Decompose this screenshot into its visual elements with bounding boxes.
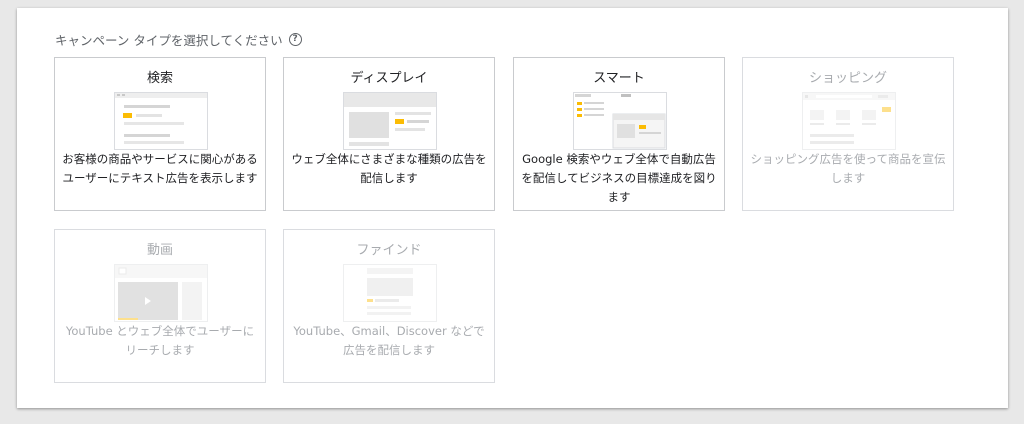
campaign-card-discovery[interactable]: ファインド YouTube、Gmail、Discover などで広告を配信します <box>283 229 495 383</box>
video-ad-illustration-icon <box>114 264 208 322</box>
card-title: ディスプレイ <box>350 71 428 86</box>
campaign-card-search[interactable]: 検索 お客様の商品やサービスに関心があるユーザーにテキスト広告を表示します <box>54 57 266 211</box>
card-description: Google 検索やウェブ全体で自動広告を配信してビジネスの目標達成を図ります <box>521 152 717 204</box>
campaign-card-shopping[interactable]: ショッピング ショッピング広告を使って商品を宣伝します <box>742 57 954 211</box>
help-icon[interactable]: ? <box>288 33 302 46</box>
display-ad-illustration-icon <box>343 92 437 150</box>
discovery-ad-illustration-icon <box>343 264 437 322</box>
campaign-type-panel: キャンペーン タイプを選択してください ? 検索 お客様の商品やサービスに関心が… <box>17 8 1008 408</box>
card-title: ファインド <box>356 243 422 258</box>
card-title: ショッピング <box>808 71 887 86</box>
card-description: お客様の商品やサービスに関心があるユーザーにテキスト広告を表示します <box>62 152 258 185</box>
card-description: ショッピング広告を使って商品を宣伝します <box>750 152 946 185</box>
card-description: YouTube とウェブ全体でユーザーにリーチします <box>65 324 255 357</box>
search-ad-illustration-icon <box>114 92 208 150</box>
card-description: YouTube、Gmail、Discover などで広告を配信します <box>293 324 485 357</box>
card-title: 動画 <box>146 243 173 258</box>
card-title: 検索 <box>146 71 173 86</box>
card-title: スマート <box>593 71 645 86</box>
campaign-card-smart[interactable]: スマート Google 検索やウェブ全体で自動広告を配信してビジネスの目標達成を… <box>513 57 725 211</box>
section-header: キャンペーン タイプを選択してください ? <box>55 30 302 49</box>
campaign-card-display[interactable]: ディスプレイ ウェブ全体にさまざまな種類の広告を配信します <box>283 57 495 211</box>
section-title: キャンペーン タイプを選択してください <box>55 33 283 48</box>
smart-ad-illustration-icon <box>573 92 667 150</box>
campaign-card-video[interactable]: 動画 YouTube とウェブ全体でユーザーにリーチします <box>54 229 266 383</box>
shopping-ad-illustration-icon <box>802 92 896 150</box>
card-description: ウェブ全体にさまざまな種類の広告を配信します <box>291 152 487 185</box>
